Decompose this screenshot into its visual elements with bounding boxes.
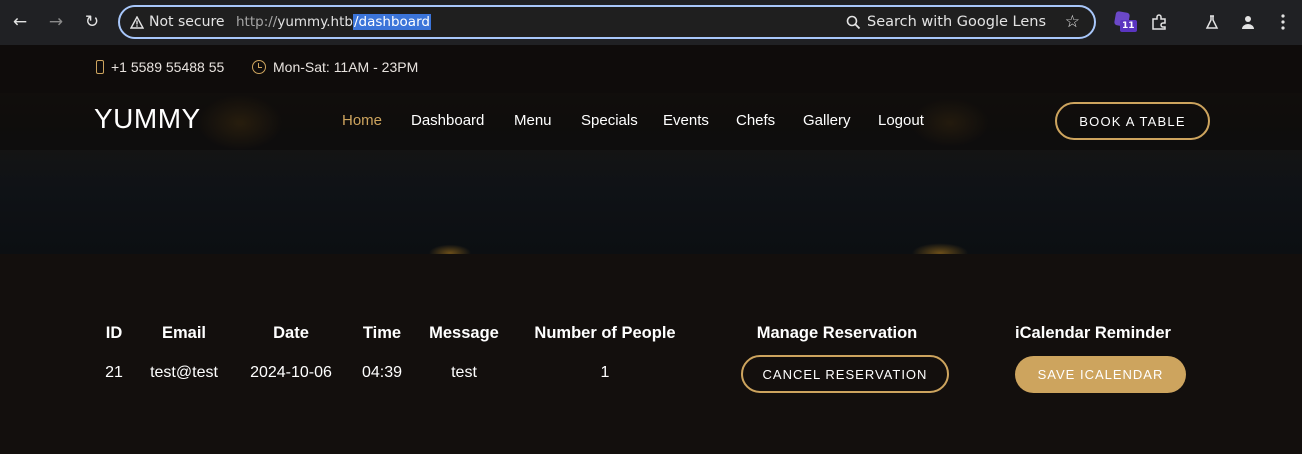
security-label: Not secure xyxy=(149,14,225,30)
security-indicator[interactable]: Not secure xyxy=(130,14,225,30)
cell-message: test xyxy=(451,364,477,381)
phone-icon xyxy=(96,60,104,74)
nav-home[interactable]: Home xyxy=(342,112,382,129)
nav-gallery[interactable]: Gallery xyxy=(803,112,851,129)
url-scheme: http:// xyxy=(236,14,278,30)
contact-hours: Mon-Sat: 11AM - 23PM xyxy=(252,59,418,75)
site-logo[interactable]: YUMMY xyxy=(94,103,201,135)
browser-toolbar: ← → ↻ Not secure http://yummy.htb/dashbo… xyxy=(0,0,1302,45)
nav-logout[interactable]: Logout xyxy=(878,112,924,129)
url-host: yummy.htb xyxy=(277,14,353,30)
column-header-manage: Manage Reservation xyxy=(756,324,918,342)
url-path: /dashboard xyxy=(352,14,431,30)
reload-icon[interactable]: ↻ xyxy=(80,10,104,34)
clock-icon xyxy=(252,60,266,74)
column-header-time: Time xyxy=(362,324,402,342)
cell-people: 1 xyxy=(600,364,610,381)
nav-events[interactable]: Events xyxy=(663,112,709,129)
extensions-puzzle-icon[interactable] xyxy=(1148,11,1170,33)
column-header-people: Number of People xyxy=(534,324,676,342)
page: +1 5589 55488 55 Mon-Sat: 11AM - 23PM YU… xyxy=(0,45,1302,454)
phone-text: +1 5589 55488 55 xyxy=(111,59,225,75)
save-icalendar-button[interactable]: SAVE ICALENDAR xyxy=(1015,356,1186,393)
warning-icon xyxy=(130,15,144,29)
google-lens-button[interactable]: Search with Google Lens xyxy=(846,14,1046,30)
profile-icon[interactable] xyxy=(1237,11,1259,33)
column-header-message: Message xyxy=(429,324,499,342)
more-menu-icon[interactable] xyxy=(1272,11,1294,33)
bookmark-star-icon[interactable]: ☆ xyxy=(1065,12,1080,32)
cancel-reservation-button[interactable]: CANCEL RESERVATION xyxy=(741,355,949,393)
back-icon[interactable]: ← xyxy=(8,10,32,34)
column-header-email: Email xyxy=(161,324,207,342)
nav-dashboard[interactable]: Dashboard xyxy=(411,112,484,129)
nav-menu[interactable]: Menu xyxy=(514,112,552,129)
hero-banner: YUMMY Home Dashboard Menu Specials Event… xyxy=(0,93,1302,254)
lens-label: Search with Google Lens xyxy=(867,14,1047,30)
contact-phone: +1 5589 55488 55 xyxy=(96,59,224,75)
labs-flask-icon[interactable] xyxy=(1201,11,1223,33)
extension-badge: 11 xyxy=(1120,20,1137,32)
nav-specials[interactable]: Specials xyxy=(581,112,638,129)
extension-icon[interactable]: 11 xyxy=(1113,10,1137,34)
cell-id: 21 xyxy=(105,364,123,381)
search-icon xyxy=(846,15,861,29)
forward-icon[interactable]: → xyxy=(44,10,68,34)
nav-chefs[interactable]: Chefs xyxy=(736,112,775,129)
address-bar[interactable]: Not secure http://yummy.htb/dashboard Se… xyxy=(118,5,1096,39)
book-table-button[interactable]: BOOK A TABLE xyxy=(1055,102,1210,140)
hours-text: Mon-Sat: 11AM - 23PM xyxy=(273,59,419,75)
column-header-icalendar: iCalendar Reminder xyxy=(1015,324,1171,342)
contact-bar: +1 5589 55488 55 Mon-Sat: 11AM - 23PM xyxy=(0,45,1302,93)
column-header-date: Date xyxy=(273,324,309,342)
column-header-id: ID xyxy=(105,324,123,342)
cell-time: 04:39 xyxy=(361,364,403,381)
cell-email: test@test xyxy=(150,364,218,381)
cell-date: 2024-10-06 xyxy=(250,364,332,381)
url-text[interactable]: http://yummy.htb/dashboard xyxy=(236,14,431,30)
